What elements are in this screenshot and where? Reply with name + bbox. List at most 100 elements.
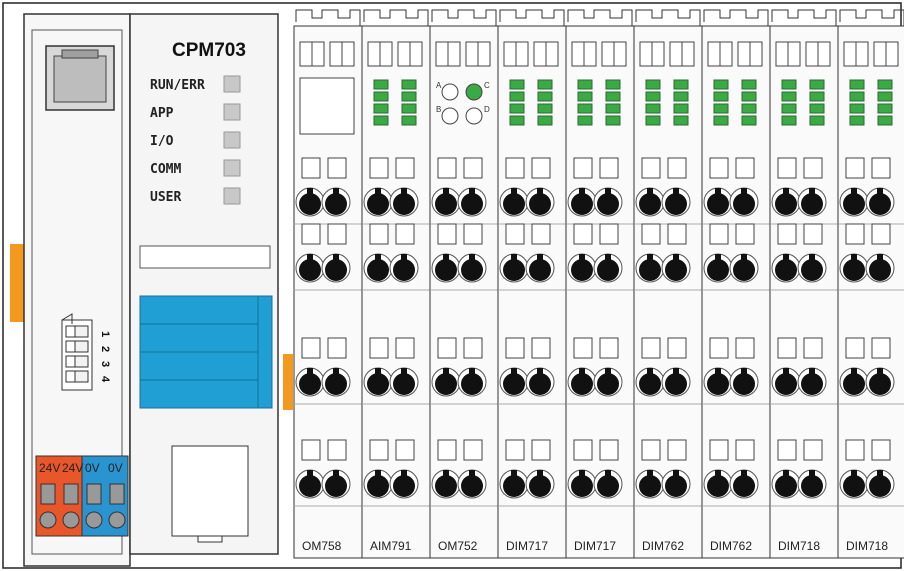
release-window xyxy=(327,337,347,359)
power-terminal-label: 0V xyxy=(85,461,100,475)
terminal-screw xyxy=(86,483,102,505)
channel-led xyxy=(781,91,797,102)
terminal-slot xyxy=(307,254,313,264)
release-window xyxy=(871,439,891,461)
status-led xyxy=(223,159,241,177)
release-window xyxy=(301,439,321,461)
channel-led xyxy=(645,91,661,102)
terminal-slot xyxy=(673,470,679,480)
power-connector[interactable]: 24V 24V 0V 0V xyxy=(35,455,129,537)
terminal-slot xyxy=(605,470,611,480)
channel-led xyxy=(877,103,893,114)
release-window xyxy=(735,157,755,179)
release-window xyxy=(301,337,321,359)
io-module-dim717[interactable]: DIM717 xyxy=(497,9,567,559)
terminal-slot xyxy=(375,254,381,264)
terminal-slot xyxy=(741,470,747,480)
terminal-slot xyxy=(715,188,721,198)
channel-led xyxy=(577,91,593,102)
terminal-slot xyxy=(673,368,679,378)
channel-led xyxy=(877,79,893,90)
release-window xyxy=(709,337,729,359)
release-window xyxy=(777,439,797,461)
terminal-slot xyxy=(537,368,543,378)
io-module-dim762[interactable]: DIM762 xyxy=(633,9,703,559)
release-window xyxy=(803,439,823,461)
release-window xyxy=(395,439,415,461)
terminal-slot xyxy=(647,470,653,480)
release-window xyxy=(871,223,891,245)
terminal-slot xyxy=(469,188,475,198)
release-window xyxy=(709,223,729,245)
dip-switch-knob xyxy=(65,340,76,353)
release-window xyxy=(369,439,389,461)
terminal-slot xyxy=(783,368,789,378)
release-window xyxy=(531,337,551,359)
release-window xyxy=(667,223,687,245)
channel-led xyxy=(781,115,797,126)
module-label: DIM762 xyxy=(642,539,684,553)
channel-led xyxy=(605,103,621,114)
channel-led xyxy=(849,103,865,114)
sd-card-slot[interactable] xyxy=(171,445,249,543)
release-window xyxy=(463,223,483,245)
terminal-slot xyxy=(511,254,517,264)
terminal-slot xyxy=(851,470,857,480)
io-module-dim717[interactable]: DIM717 xyxy=(565,9,635,559)
channel-led xyxy=(877,91,893,102)
terminal-slot xyxy=(673,254,679,264)
release-window xyxy=(599,157,619,179)
dip-switch-knob xyxy=(65,370,76,383)
dip-label: 4 xyxy=(99,376,111,383)
release-window xyxy=(667,157,687,179)
terminal-spring xyxy=(108,511,126,529)
terminal-slot xyxy=(443,470,449,480)
channel-led xyxy=(673,91,689,102)
release-window xyxy=(641,157,661,179)
channel-led xyxy=(373,115,389,126)
io-module-om752[interactable]: A C B D OM752 xyxy=(429,9,499,559)
release-window xyxy=(437,223,457,245)
io-module-dim762[interactable]: DIM762 xyxy=(701,9,771,559)
terminal-slot xyxy=(783,254,789,264)
channel-led xyxy=(849,79,865,90)
terminal-slot xyxy=(647,368,653,378)
channel-led xyxy=(673,79,689,90)
channel-led xyxy=(401,91,417,102)
release-window xyxy=(871,337,891,359)
led-label-comm: COMM xyxy=(150,162,181,177)
om752-led-c xyxy=(465,83,483,101)
release-window xyxy=(777,223,797,245)
channel-led xyxy=(605,115,621,126)
terminal-slot xyxy=(307,188,313,198)
release-window xyxy=(871,157,891,179)
io-module-om758[interactable]: OM758 xyxy=(293,9,363,559)
release-window xyxy=(641,439,661,461)
channel-led xyxy=(713,91,729,102)
channel-led xyxy=(781,79,797,90)
terminal-slot xyxy=(673,188,679,198)
led-label-runerr: RUN/ERR xyxy=(150,78,205,93)
release-window xyxy=(845,223,865,245)
io-module-dim718[interactable]: DIM718 xyxy=(769,9,839,559)
ethernet-port-icon[interactable] xyxy=(45,45,115,111)
release-window xyxy=(573,223,593,245)
release-window xyxy=(641,337,661,359)
channel-led xyxy=(577,103,593,114)
io-module-aim791[interactable]: AIM791 xyxy=(361,9,431,559)
channel-led xyxy=(877,115,893,126)
power-terminal-label: 24V xyxy=(39,461,60,475)
channel-led xyxy=(537,103,553,114)
om752-led-b xyxy=(441,107,459,125)
channel-led xyxy=(849,91,865,102)
terminal-slot xyxy=(469,254,475,264)
terminal-slot xyxy=(809,368,815,378)
release-window xyxy=(709,157,729,179)
status-led xyxy=(223,131,241,149)
release-window xyxy=(667,337,687,359)
terminal-screw xyxy=(109,483,125,505)
module-label: DIM718 xyxy=(778,539,820,553)
channel-led xyxy=(401,115,417,126)
io-module-dim718[interactable]: DIM718 xyxy=(837,9,904,559)
channel-led xyxy=(401,79,417,90)
